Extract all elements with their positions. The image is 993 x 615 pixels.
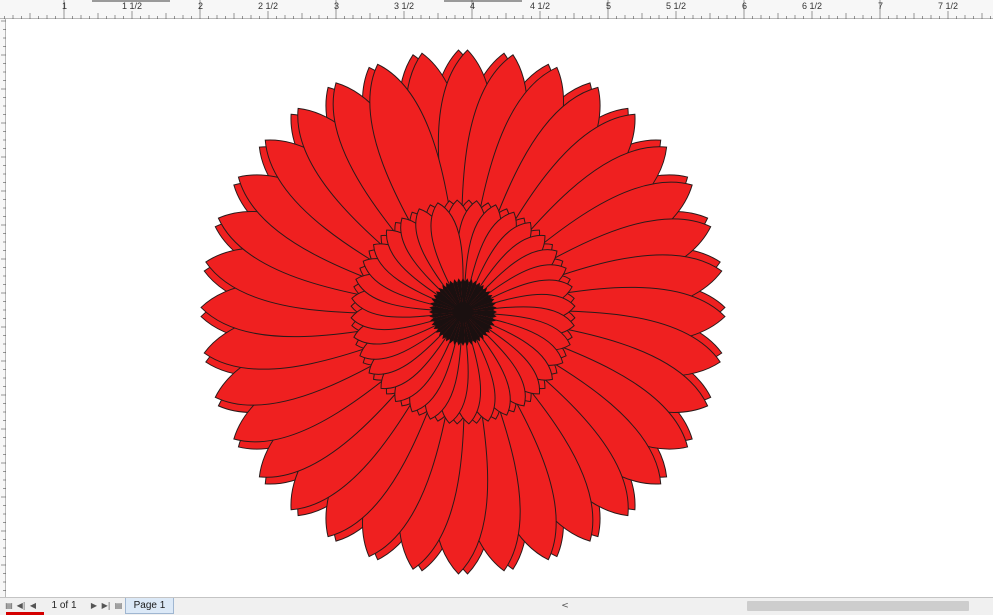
first-page-icon[interactable]: ◀​| [16,599,26,613]
horizontal-ruler[interactable]: 1 1 1/2 2 2 1/2 3 3 1/2 4 4 1/2 5 5 1/2 … [0,0,993,19]
ruler-label: 5 1/2 [666,1,687,11]
ruler-label: 3 1/2 [394,1,415,11]
ruler-ticks [4,0,991,19]
prev-page-icon[interactable]: ◀ [28,599,38,613]
ruler-label: 2 1/2 [258,1,279,11]
page-count-label: 1 of 1 [51,600,77,611]
ruler-label: 1 [62,1,68,11]
page-navigator-bar: ▤ ◀​| ◀ 1 of 1 ▶ ▶| ▤ Page 1 < [0,597,993,615]
ruler-label: 4 [470,1,476,11]
ruler-label: 7 1/2 [938,1,959,11]
page-tab[interactable]: Page 1 [125,598,174,614]
next-page-icon[interactable]: ▶ [89,599,99,613]
ruler-label: 1 1/2 [122,1,143,11]
ruler-label: 5 [606,1,612,11]
corel-draw-window: 1 1 1/2 2 2 1/2 3 3 1/2 4 4 1/2 5 5 1/2 … [0,0,993,615]
add-page-after-icon[interactable]: ▤ [113,599,124,613]
drawing-canvas[interactable] [6,19,993,597]
scroll-left-icon[interactable]: < [560,599,570,613]
ruler-label: 6 1/2 [802,1,823,11]
ruler-label: 6 [742,1,748,11]
last-page-icon[interactable]: ▶| [101,599,111,613]
rosette-group[interactable] [200,49,726,575]
ruler-label: 2 [198,1,204,11]
center-dot [453,302,473,322]
add-page-before-icon[interactable]: ▤ [4,599,14,613]
spirograph-rosette[interactable] [6,19,993,597]
horizontal-scrollbar[interactable]: < [558,599,993,613]
scrollbar-thumb[interactable] [747,601,969,611]
ruler-label: 7 [878,1,884,11]
ruler-label: 3 [334,1,340,11]
ruler-label: 4 1/2 [530,1,551,11]
